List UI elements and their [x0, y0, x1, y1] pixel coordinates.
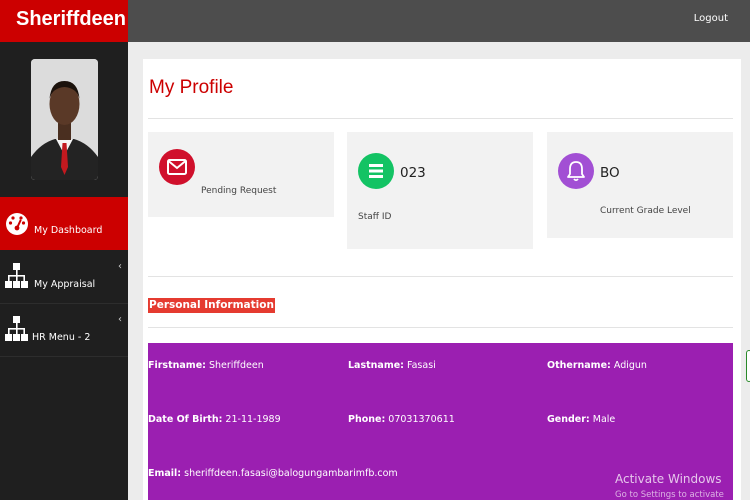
sidebar-item-label: HR Menu - 2: [32, 332, 91, 343]
chevron-left-icon: ‹: [118, 261, 122, 272]
staff-id-card[interactable]: 023 Staff ID: [347, 132, 533, 249]
card-caption: Staff ID: [358, 212, 392, 222]
field-label: Lastname:: [348, 360, 404, 371]
field-label: Date Of Birth:: [148, 414, 223, 425]
field-value: 07031370611: [388, 414, 455, 425]
field-label: Email:: [148, 468, 182, 479]
field-value: 21-11-1989: [225, 414, 281, 425]
email-field: Email: sheriffdeen.fasasi@balogungambari…: [148, 468, 398, 479]
card-caption: Current Grade Level: [600, 206, 691, 216]
gender-field: Gender: Male: [547, 414, 615, 425]
pending-request-card[interactable]: Pending Request: [148, 132, 334, 217]
page-title: My Profile: [149, 77, 234, 98]
envelope-icon: [159, 149, 195, 185]
sidebar-item-hr-menu-2[interactable]: HR Menu - 2 ‹: [0, 304, 128, 357]
field-label: Firstname:: [148, 360, 206, 371]
list-icon: [358, 153, 394, 189]
top-navbar: Logout: [128, 0, 750, 42]
divider: [148, 276, 733, 277]
firstname-field: Firstname: Sheriffdeen: [148, 360, 264, 371]
card-caption: Pending Request: [201, 186, 277, 196]
othername-field: Othername: Adigun: [547, 360, 647, 371]
field-value: Sheriffdeen: [208, 360, 264, 371]
field-value: Male: [592, 414, 616, 425]
activate-windows-watermark: Activate Windows: [615, 472, 722, 486]
field-label: Othername:: [547, 360, 611, 371]
sitemap-icon: [5, 263, 28, 288]
sidebar: Sheriffdeen My Dashboard My Appraisal ‹ …: [0, 0, 128, 500]
divider: [148, 118, 733, 119]
brand-name[interactable]: Sheriffdeen: [0, 0, 128, 42]
sidebar-item-my-appraisal[interactable]: My Appraisal ‹: [0, 251, 128, 304]
divider: [148, 327, 733, 328]
field-value: Fasasi: [407, 360, 436, 371]
field-label: Phone:: [348, 414, 386, 425]
phone-field: Phone: 07031370611: [348, 414, 455, 425]
dashboard-gauge-icon: [6, 213, 28, 235]
card-value: BO: [600, 165, 620, 181]
sidebar-item-label: My Appraisal: [34, 279, 96, 290]
lastname-field: Lastname: Fasasi: [348, 360, 436, 371]
side-scroll-tab[interactable]: [746, 350, 750, 382]
field-label: Gender:: [547, 414, 590, 425]
logout-link[interactable]: Logout: [694, 13, 728, 24]
grade-level-card[interactable]: BO Current Grade Level: [547, 132, 733, 238]
sitemap-icon: [5, 316, 28, 341]
field-value: sheriffdeen.fasasi@balogungambarimfb.com: [184, 468, 398, 479]
personal-information-heading: Personal Information: [148, 298, 275, 313]
avatar: [31, 59, 98, 180]
date-of-birth-field: Date Of Birth: 21-11-1989: [148, 414, 281, 425]
field-value: Adigun: [613, 360, 647, 371]
card-value: 023: [400, 165, 426, 181]
chevron-left-icon: ‹: [118, 314, 122, 325]
bell-icon: [558, 153, 594, 189]
activate-windows-subtext: Go to Settings to activate Windows.: [615, 490, 724, 500]
sidebar-item-label: My Dashboard: [34, 225, 103, 236]
main-panel: My Profile Pending Request 023 Staff ID: [143, 59, 741, 500]
sidebar-item-my-dashboard[interactable]: My Dashboard: [0, 197, 128, 250]
